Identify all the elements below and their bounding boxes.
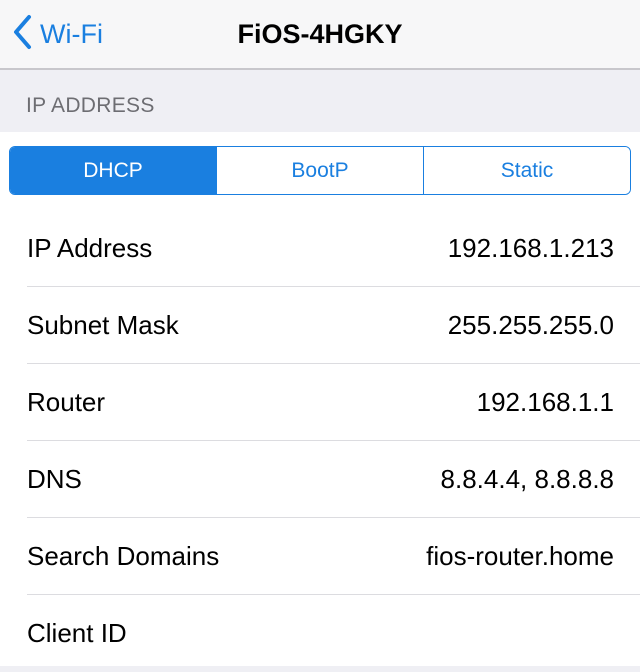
row-subnet-mask: Subnet Mask 255.255.255.0 — [0, 287, 640, 364]
section-header-ip-address: IP ADDRESS — [26, 94, 155, 117]
segment-container: DHCP BootP Static — [0, 132, 640, 210]
segment-bootp[interactable]: BootP — [216, 147, 423, 194]
row-label: Client ID — [27, 618, 127, 648]
row-value: 192.168.1.213 — [447, 233, 614, 263]
row-label: Subnet Mask — [27, 310, 179, 340]
row-value: 192.168.1.1 — [476, 387, 614, 417]
row-label: DNS — [27, 464, 82, 494]
ip-settings-list: IP Address 192.168.1.213 Subnet Mask 255… — [0, 210, 640, 666]
page-title: FiOS-4HGKY — [237, 19, 403, 49]
segment-dhcp[interactable]: DHCP — [10, 147, 216, 194]
row-value: 255.255.255.0 — [447, 310, 614, 340]
navigation-bar: Wi-Fi FiOS-4HGKY — [0, 0, 640, 70]
row-label: Router — [27, 387, 106, 417]
row-value: 8.8.4.4, 8.8.8.8 — [440, 464, 614, 494]
row-client-id[interactable]: Client ID — [0, 595, 640, 672]
row-dns[interactable]: DNS 8.8.4.4, 8.8.8.8 — [0, 441, 640, 518]
row-ip-address: IP Address 192.168.1.213 — [0, 210, 640, 287]
row-value: fios-router.home — [426, 541, 614, 571]
row-search-domains[interactable]: Search Domains fios-router.home — [0, 518, 640, 595]
row-label: Search Domains — [27, 541, 220, 571]
row-router: Router 192.168.1.1 — [0, 364, 640, 441]
row-label: IP Address — [27, 233, 153, 263]
ip-mode-segmented-control: DHCP BootP Static — [9, 146, 631, 195]
segment-static[interactable]: Static — [423, 147, 630, 194]
